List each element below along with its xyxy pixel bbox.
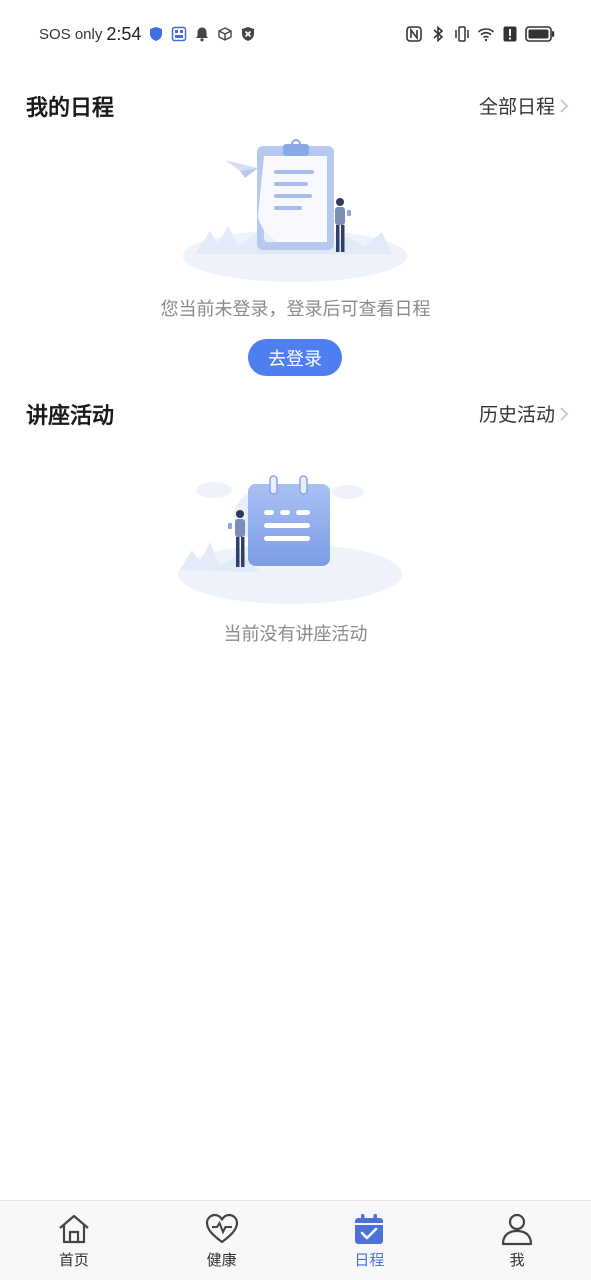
alert-icon (503, 26, 517, 42)
nav-me-label: 我 (509, 1251, 525, 1269)
nav-schedule[interactable]: 日程 (296, 1201, 444, 1280)
status-left: SOS only 2:54 (39, 22, 256, 46)
user-icon (502, 1213, 533, 1246)
nav-health[interactable]: 健康 (148, 1201, 296, 1280)
lectures-header: 讲座活动 历史活动 (0, 394, 591, 434)
schedule-empty-text: 您当前未登录，登录后可查看日程 (160, 299, 431, 320)
status-bar: SOS only 2:54 (0, 0, 591, 66)
login-button[interactable]: 去登录 (248, 339, 342, 376)
shield-icon (150, 27, 163, 41)
bell-icon (196, 27, 209, 42)
chevron-right-icon (560, 98, 569, 113)
sim-card-icon (172, 26, 187, 42)
calendar-illustration (178, 475, 402, 604)
all-schedule-link[interactable]: 全部日程 (479, 92, 569, 119)
nav-health-label: 健康 (206, 1251, 237, 1269)
close-shield-icon (242, 27, 255, 41)
lectures-empty-text: 当前没有讲座活动 (223, 624, 368, 645)
nav-home[interactable]: 首页 (0, 1201, 148, 1280)
box-icon (218, 27, 233, 41)
history-activity-link[interactable]: 历史活动 (479, 400, 569, 427)
battery-icon (525, 26, 555, 42)
schedule-title: 我的日程 (26, 96, 115, 121)
nav-schedule-label: 日程 (354, 1251, 385, 1269)
schedule-header: 我的日程 全部日程 (0, 86, 591, 126)
nfc-icon (406, 26, 422, 42)
clock: 2:54 (106, 23, 142, 44)
history-activity-label: 历史活动 (478, 404, 555, 426)
lectures-title: 讲座活动 (26, 404, 115, 429)
heart-pulse-icon (205, 1213, 238, 1244)
clipboard-illustration (183, 139, 407, 282)
carrier-text: SOS only (39, 25, 103, 43)
chevron-right-icon (560, 406, 569, 421)
nav-me[interactable]: 我 (443, 1201, 591, 1280)
bottom-nav: 首页 健康 日程 我 (0, 1200, 591, 1280)
vibrate-icon (455, 26, 469, 42)
nav-home-label: 首页 (58, 1251, 89, 1269)
wifi-icon (477, 28, 495, 42)
status-right (405, 22, 555, 46)
calendar-check-icon (355, 1214, 384, 1244)
all-schedule-label: 全部日程 (478, 96, 555, 118)
home-icon (59, 1214, 89, 1244)
bluetooth-icon (433, 25, 444, 43)
